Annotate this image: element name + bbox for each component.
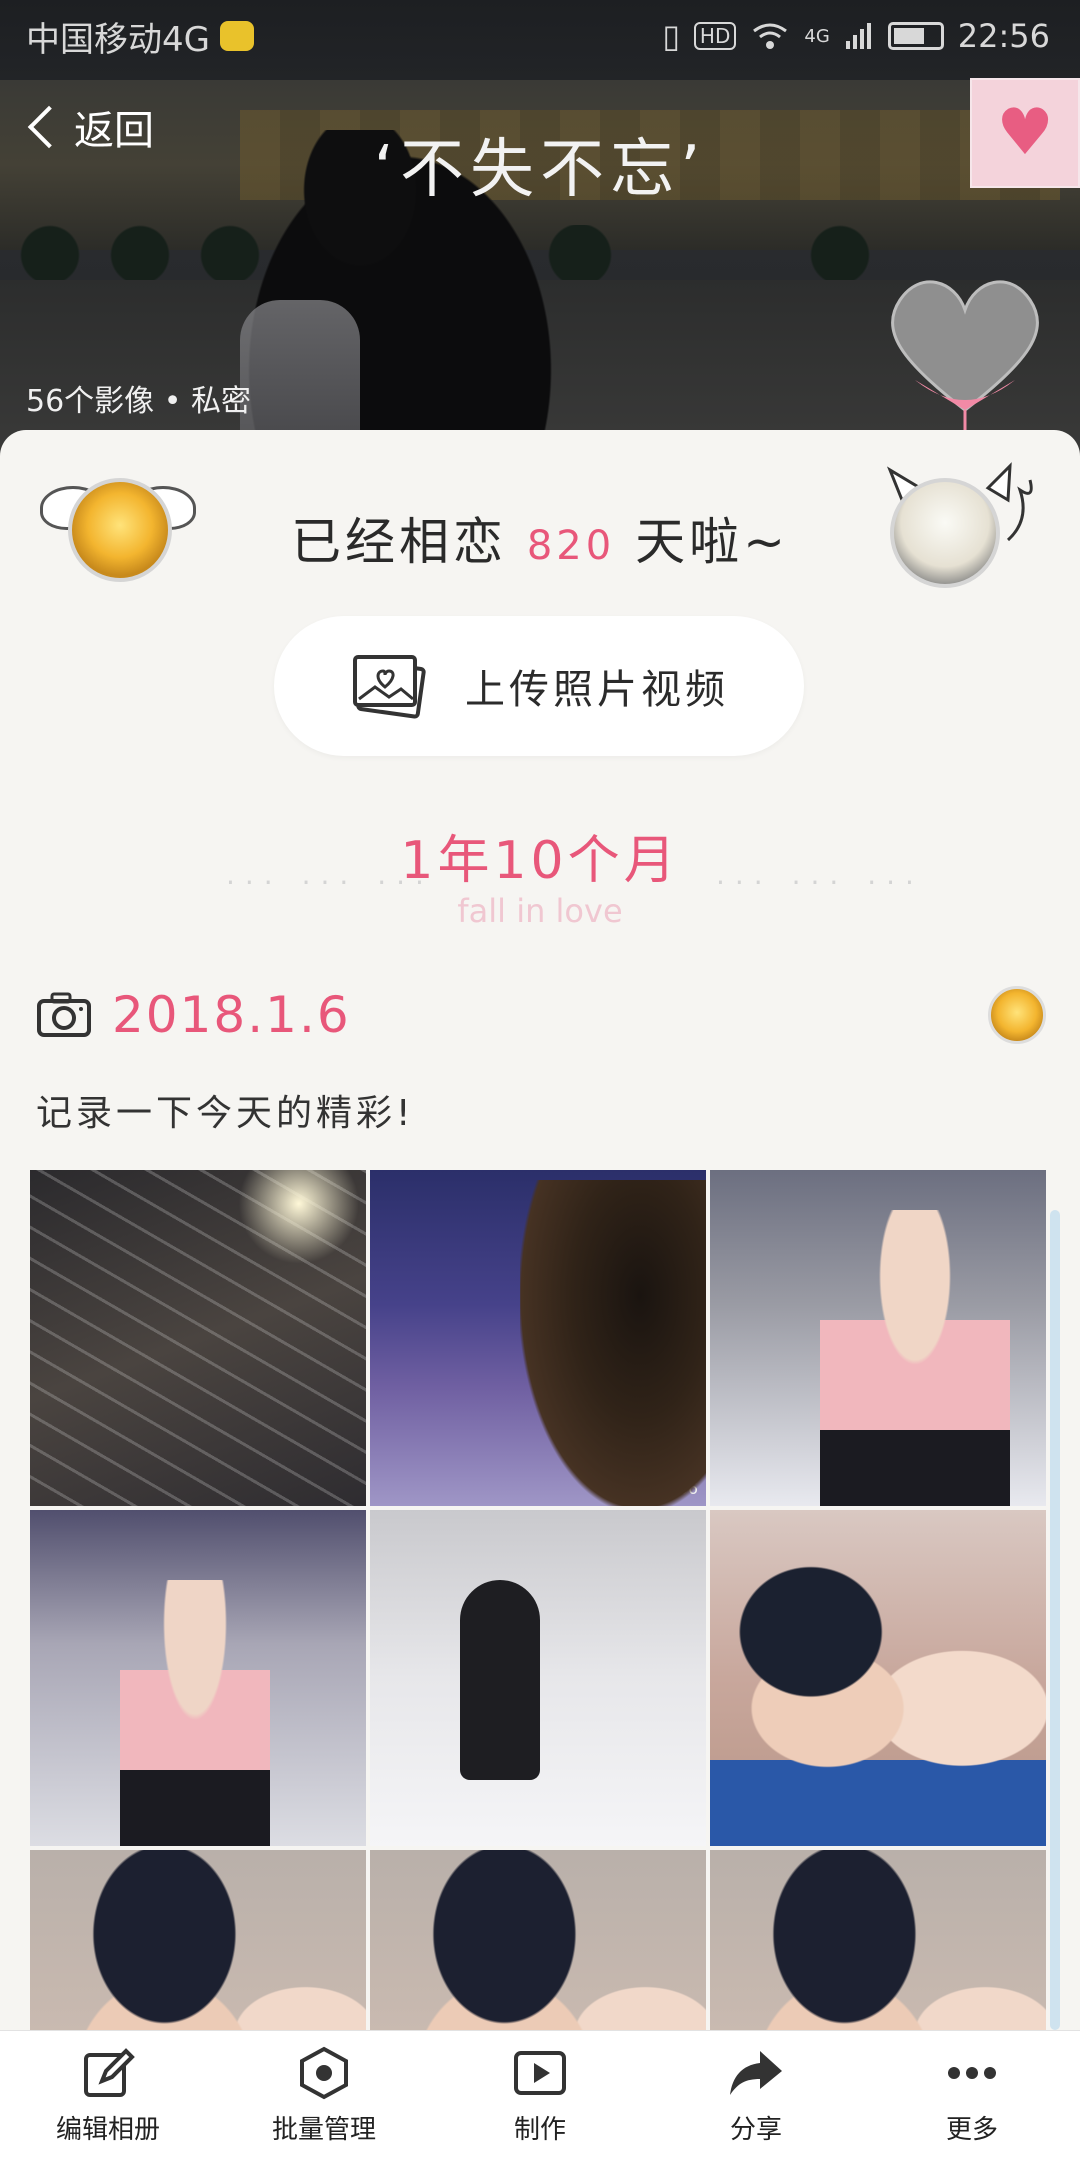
bottom-toolbar: 编辑相册 批量管理 制作 分享 更多 (0, 2030, 1080, 2160)
carrier-label: 中国移动4G (26, 19, 210, 60)
entry-author-avatar[interactable] (988, 986, 1046, 1044)
play-icon (514, 2051, 566, 2095)
share-label: 分享 (729, 2115, 782, 2145)
love-days-counter: 已经相恋 820 天啦~ (0, 502, 1080, 574)
heart-sticker-icon[interactable]: ♥ (970, 78, 1080, 188)
notification-icon (219, 21, 254, 51)
entry-date: 2018.1.6 (112, 986, 351, 1044)
clock: 22:56 (957, 17, 1050, 55)
divider-dots-right: ... ... ... (716, 858, 924, 891)
wifi-icon (753, 23, 788, 49)
batch-manage-label: 批量管理 (271, 2115, 376, 2145)
scrollbar[interactable] (1050, 1210, 1060, 2030)
status-left: 中国移动4G (26, 12, 254, 61)
status-right: ▯ HD 4G 22:56 (662, 17, 1050, 55)
love-days-prefix: 已经相恋 (290, 513, 507, 571)
photo-thumbnail[interactable]: 2018-01-06 (370, 1170, 706, 1506)
create-label: 制作 (513, 2115, 566, 2145)
vibrate-icon: ▯ (662, 17, 680, 55)
share-icon (730, 2051, 782, 2095)
batch-manage-button[interactable]: 批量管理 (216, 2031, 432, 2160)
photo-date-stamp: 2018-01-06 (605, 1479, 698, 1498)
photo-thumbnail[interactable] (370, 1510, 706, 1846)
more-icon (948, 2067, 996, 2079)
create-button[interactable]: 制作 (432, 2031, 648, 2160)
photo-thumbnail[interactable] (710, 1510, 1046, 1846)
more-button[interactable]: 更多 (864, 2031, 1080, 2160)
edit-album-button[interactable]: 编辑相册 (0, 2031, 216, 2160)
edit-icon (84, 2048, 135, 2097)
love-days-number: 820 (526, 523, 616, 569)
heart-balloon-icon[interactable] (880, 270, 1050, 430)
battery-icon (887, 22, 944, 50)
photo-grid: 2018-01-06 (30, 1170, 1050, 2160)
entry-note: 记录一下今天的精彩! (36, 1084, 425, 1136)
upload-label: 上传照片视频 (465, 667, 729, 713)
entry-header: 2018.1.6 (36, 980, 1046, 1050)
status-bar: 中国移动4G ▯ HD 4G 22:56 (0, 0, 1080, 72)
photo-count: 56个影像 • 私密 (26, 384, 251, 419)
photo-upload-icon (353, 655, 426, 719)
more-label: 更多 (945, 2115, 998, 2145)
share-button[interactable]: 分享 (648, 2031, 864, 2160)
photo-thumbnail[interactable] (710, 1170, 1046, 1506)
photo-thumbnail[interactable] (30, 1510, 366, 1846)
love-days-suffix: 天啦~ (635, 513, 790, 571)
network-label: 4G (804, 25, 830, 47)
album-title: ‘不失不忘’ (373, 133, 707, 207)
signal-icon (845, 23, 871, 49)
hd-icon: HD (693, 22, 737, 50)
batch-icon (300, 2046, 348, 2100)
fall-in-love-subtitle: fall in love (457, 892, 623, 930)
photo-thumbnail[interactable] (30, 1170, 366, 1506)
upload-media-button[interactable]: 上传照片视频 (274, 616, 804, 756)
edit-album-label: 编辑相册 (55, 2115, 160, 2145)
camera-icon (37, 992, 91, 1037)
